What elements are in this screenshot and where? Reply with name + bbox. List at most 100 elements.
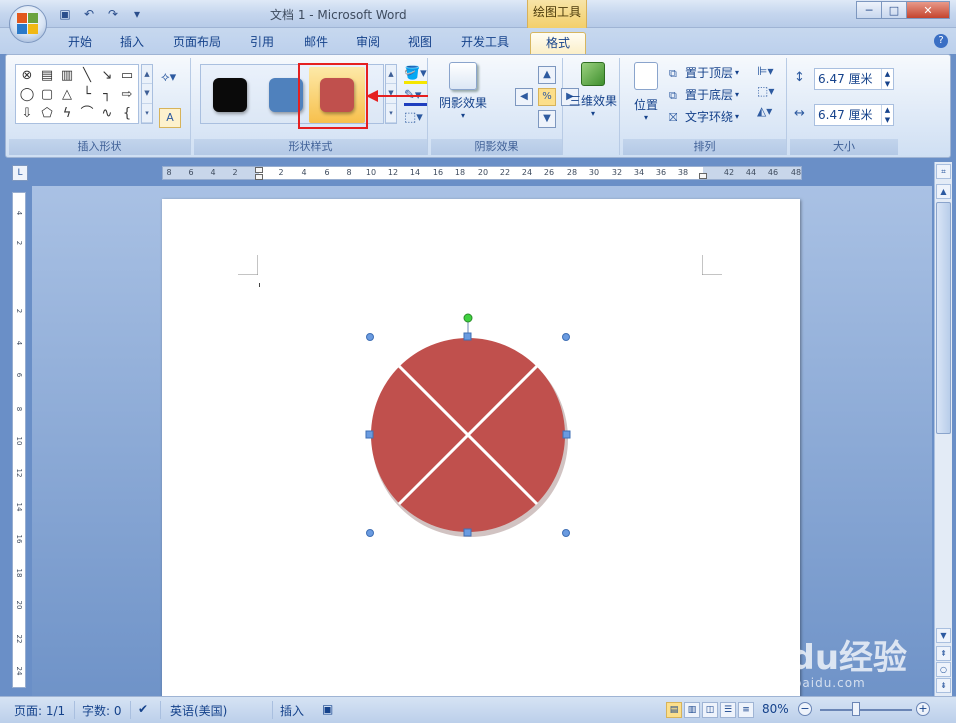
resize-handle-br[interactable] xyxy=(562,529,570,537)
styles-more-icon[interactable]: ▾ xyxy=(386,104,396,123)
close-icon[interactable]: ✕ xyxy=(906,1,950,19)
edit-shape-icon[interactable]: ⟡▾ xyxy=(161,70,176,85)
lightning-icon[interactable]: ϟ xyxy=(57,104,77,123)
nudge-up-icon[interactable]: ▲ xyxy=(538,66,556,84)
tab-mailings[interactable]: 邮件 xyxy=(294,32,338,54)
bring-to-front-button[interactable]: ⧉ 置于顶层 ▾ xyxy=(669,64,739,81)
office-button[interactable] xyxy=(9,5,47,43)
horizontal-ruler[interactable]: 8 6 4 2 2 4 6 8 10 12 14 16 18 20 22 24 26 28 30 32 34 36 38 42… xyxy=(162,166,802,180)
scroll-thumb[interactable] xyxy=(936,202,951,434)
down-arrow-icon[interactable]: ⇩ xyxy=(17,104,37,123)
vertical-ruler[interactable]: 4 2 2 4 6 8 10 12 14 16 18 20 22 24 xyxy=(12,192,26,688)
brace-icon[interactable]: { xyxy=(117,104,137,123)
tab-selector-icon[interactable]: L xyxy=(12,165,28,181)
right-arrow-icon[interactable]: ⇨ xyxy=(117,85,137,104)
minimize-icon[interactable]: ─ xyxy=(856,1,882,19)
tab-references[interactable]: 引用 xyxy=(240,32,284,54)
ruler-toggle-icon[interactable]: ⌗ xyxy=(936,164,951,179)
vertical-scrollbar[interactable]: ⌗ ▲ ▼ ⇞ ○ ⇟ xyxy=(934,162,952,696)
circle-shape[interactable] xyxy=(358,309,578,549)
customize-icon[interactable]: ▾ xyxy=(128,6,146,22)
width-spinner[interactable]: ▲ ▼ xyxy=(881,105,893,125)
right-indent-marker[interactable] xyxy=(699,173,707,179)
resize-handle-r[interactable] xyxy=(562,430,571,439)
view-outline-icon[interactable]: ☰ xyxy=(720,702,736,718)
tab-insert[interactable]: 插入 xyxy=(110,32,154,54)
textbox-shape-icon[interactable]: ▤ xyxy=(37,66,57,85)
first-line-indent-marker[interactable] xyxy=(255,167,263,173)
oval-icon[interactable]: ◯ xyxy=(17,85,37,104)
styles-scroll-up-icon[interactable]: ▲ xyxy=(386,65,396,85)
arrow-line-icon[interactable]: ↘ xyxy=(97,66,117,85)
fill-bucket-icon[interactable]: 🪣▾ xyxy=(404,66,427,84)
status-words[interactable]: 字数: 0 xyxy=(82,702,122,719)
document-page[interactable] xyxy=(162,199,800,699)
text-wrap-button[interactable]: ⛝ 文字环绕 ▾ xyxy=(669,108,739,125)
previous-page-icon[interactable]: ⇞ xyxy=(936,646,951,661)
scroll-up-arrow-icon[interactable]: ▲ xyxy=(936,184,951,199)
change-shape-icon[interactable]: ⬚▾ xyxy=(404,110,427,125)
resize-handle-bl[interactable] xyxy=(366,529,374,537)
shadow-toggle-icon[interactable]: % xyxy=(538,88,556,106)
position-button[interactable]: 位置 ▾ xyxy=(627,62,665,122)
resize-handle-l[interactable] xyxy=(365,430,374,439)
vertical-textbox-icon[interactable]: ▥ xyxy=(57,66,77,85)
zoom-in-icon[interactable]: + xyxy=(916,702,930,716)
resize-handle-b[interactable] xyxy=(463,528,472,537)
elbow-arrow-icon[interactable]: ┐ xyxy=(97,85,117,104)
curve-icon[interactable]: ∿ xyxy=(97,104,117,123)
height-spinner[interactable]: ▲ ▼ xyxy=(881,69,893,89)
view-draft-icon[interactable]: ≡ xyxy=(738,702,754,718)
tab-developer[interactable]: 开发工具 xyxy=(452,32,518,54)
rotate-handle[interactable] xyxy=(463,313,473,323)
tab-page-layout[interactable]: 页面布局 xyxy=(166,32,228,54)
tab-format[interactable]: 格式 xyxy=(530,32,586,54)
hanging-indent-marker[interactable] xyxy=(255,174,263,180)
group-icon[interactable]: ⬚▾ xyxy=(757,84,774,98)
browse-object-icon[interactable]: ○ xyxy=(936,662,951,677)
status-page[interactable]: 页面: 1/1 xyxy=(14,702,65,719)
proofing-icon[interactable]: ✔ xyxy=(138,702,148,716)
status-mode[interactable]: 插入 xyxy=(280,702,304,719)
rotate-icon[interactable]: ◭▾ xyxy=(757,104,774,118)
view-reading-icon[interactable]: ▥ xyxy=(684,702,700,718)
draw-textbox-icon[interactable]: A xyxy=(159,108,181,128)
scroll-down-icon[interactable]: ▼ xyxy=(142,84,152,104)
align-icon[interactable]: ⊫▾ xyxy=(757,64,774,78)
resize-handle-tr[interactable] xyxy=(562,333,570,341)
shape-height-input[interactable]: 6.47 厘米 ▲ ▼ xyxy=(814,68,894,90)
shapes-gallery[interactable]: ⊗ ▤ ▥ ╲ ↘ ▭ ◯ ▢ △ └ ┐ ⇨ ⇩ ⬠ ϟ ⌒ ∿ { xyxy=(15,64,139,124)
line-icon[interactable]: ╲ xyxy=(77,66,97,85)
pentagon-icon[interactable]: ⬠ xyxy=(37,104,57,123)
redo-icon[interactable]: ↷ xyxy=(104,6,122,22)
zoom-slider[interactable] xyxy=(820,709,912,711)
scroll-down-arrow-icon[interactable]: ▼ xyxy=(936,628,951,643)
nudge-left-icon[interactable]: ◀ xyxy=(515,88,533,106)
arc-icon[interactable]: ⌒ xyxy=(77,104,97,123)
resize-handle-tl[interactable] xyxy=(366,333,374,341)
maximize-icon[interactable]: □ xyxy=(881,1,907,19)
shape-width-input[interactable]: 6.47 厘米 ▲ ▼ xyxy=(814,104,894,126)
zoom-slider-thumb[interactable] xyxy=(851,702,860,716)
help-icon[interactable]: ? xyxy=(934,34,948,48)
triangle-icon[interactable]: △ xyxy=(57,85,77,104)
scroll-up-icon[interactable]: ▲ xyxy=(142,65,152,85)
view-print-layout-icon[interactable]: ▤ xyxy=(666,702,682,718)
rounded-rect-icon[interactable]: ▢ xyxy=(37,85,57,104)
next-page-icon[interactable]: ⇟ xyxy=(936,678,951,693)
tab-home[interactable]: 开始 xyxy=(58,32,102,54)
status-language[interactable]: 英语(美国) xyxy=(170,702,227,719)
shadow-effects-button[interactable]: 阴影效果 ▾ xyxy=(435,62,491,120)
send-to-back-button[interactable]: ⧉ 置于底层 ▾ xyxy=(669,86,739,103)
style-swatch-black[interactable] xyxy=(213,78,247,112)
zoom-out-icon[interactable]: − xyxy=(798,702,812,716)
nudge-down-icon[interactable]: ▼ xyxy=(538,110,556,128)
elbow-connector-icon[interactable]: └ xyxy=(77,85,97,104)
gallery-more-icon[interactable]: ▾ xyxy=(142,104,152,123)
macro-record-icon[interactable]: ▣ xyxy=(322,702,333,716)
view-web-icon[interactable]: ◫ xyxy=(702,702,718,718)
tab-view[interactable]: 视图 xyxy=(398,32,442,54)
save-icon[interactable]: ▣ xyxy=(56,6,74,22)
3d-effects-button[interactable]: 三维效果 ▾ xyxy=(566,62,620,118)
undo-icon[interactable]: ↶ xyxy=(80,6,98,22)
